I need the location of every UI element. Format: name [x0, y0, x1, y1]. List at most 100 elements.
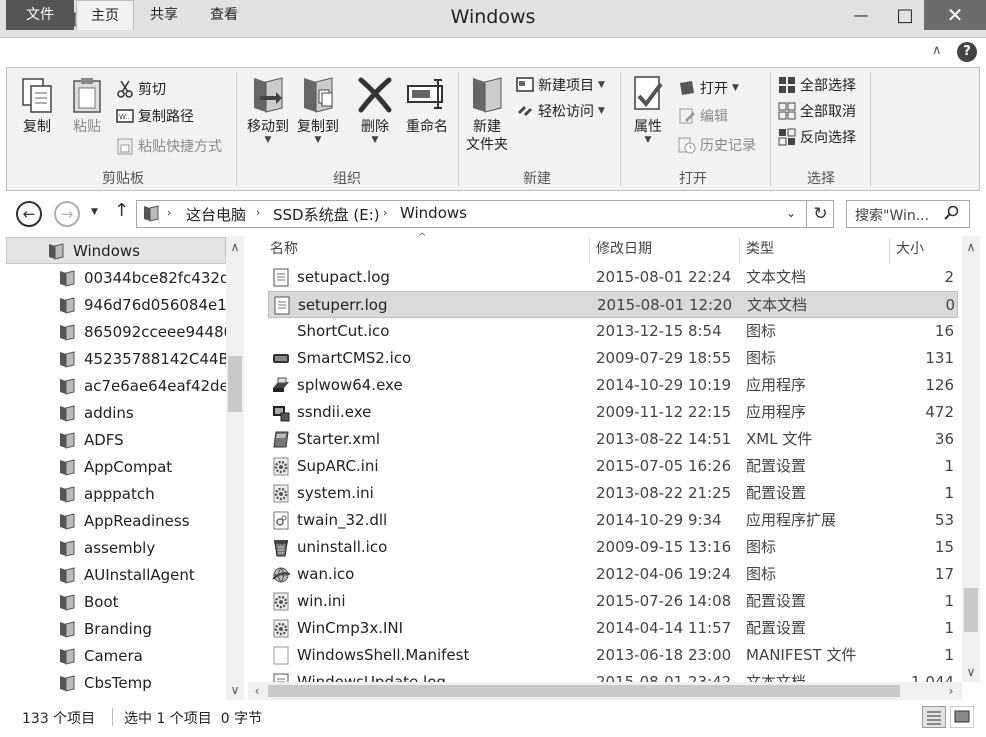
breadcrumb-separator[interactable]: ›: [256, 206, 260, 219]
column-divider[interactable]: [739, 238, 740, 264]
breadcrumb-separator[interactable]: ›: [383, 206, 387, 219]
scroll-right-icon[interactable]: ›: [944, 684, 958, 698]
refresh-button[interactable]: ↻: [806, 200, 834, 228]
minimize-button[interactable]: —: [838, 0, 884, 30]
tree-item[interactable]: AppCompat: [6, 453, 226, 480]
tree-item[interactable]: AUInstallAgent: [6, 561, 226, 588]
search-input[interactable]: 搜索"Win...: [855, 205, 945, 225]
file-row[interactable]: Starter.xml 2013-08-22 14:51 XML 文件 36: [268, 426, 958, 453]
file-row[interactable]: ShortCut.ico 2013-12-15 8:54 图标 16: [268, 318, 958, 345]
list-scroll-down-icon[interactable]: ∨: [962, 665, 980, 679]
paste-shortcut-button[interactable]: 粘贴快捷方式: [116, 134, 222, 158]
address-dropdown-icon[interactable]: ⌄: [786, 206, 796, 220]
column-header-name[interactable]: 名称: [270, 238, 298, 266]
tree-item[interactable]: ADFS: [6, 426, 226, 453]
select-all-button[interactable]: 全部选择: [778, 73, 856, 97]
tree-item[interactable]: 00344bce82fc432d: [6, 264, 226, 291]
properties-button[interactable]: 属性 ▼: [626, 74, 670, 145]
tree-scroll-down-icon[interactable]: ∨: [226, 683, 244, 697]
file-row[interactable]: WindowsShell.Manifest 2013-06-18 23:00 MAN…: [268, 642, 958, 669]
tree-item[interactable]: 45235788142C44BI: [6, 345, 226, 372]
tree-scrollbar[interactable]: [226, 236, 244, 700]
file-row[interactable]: WinCmp3x.INI 2014-04-14 11:57 配置设置 1: [268, 615, 958, 642]
file-name: twain_32.dll: [297, 511, 388, 529]
rename-button[interactable]: 重命名: [402, 74, 452, 136]
search-icon[interactable]: [944, 205, 960, 221]
select-all-label: 全部选择: [800, 78, 856, 94]
new-item-button[interactable]: 新建项目 ▼: [516, 73, 605, 97]
tab-view[interactable]: 查看: [196, 0, 252, 30]
horizontal-scroll-thumb[interactable]: [268, 685, 900, 697]
file-row[interactable]: twain_32.dll 2014-10-29 9:34 应用程序扩展 53: [268, 507, 958, 534]
breadcrumb-drive[interactable]: SSD系统盘 (E:): [273, 204, 380, 225]
tree-scroll-up-icon[interactable]: ∧: [226, 240, 244, 254]
copy-to-button[interactable]: 复制到 ▼: [294, 74, 342, 145]
scroll-left-icon[interactable]: ‹: [250, 684, 264, 698]
close-button[interactable]: ✕: [924, 0, 986, 30]
delete-button[interactable]: 删除 ▼: [352, 74, 398, 145]
tree-item[interactable]: Windows: [6, 237, 226, 264]
column-header-size[interactable]: 大小: [896, 238, 924, 266]
file-type: 配置设置: [746, 619, 807, 637]
tree-item[interactable]: assembly: [6, 534, 226, 561]
help-icon[interactable]: ?: [957, 42, 977, 62]
file-row[interactable]: win.ini 2015-07-26 14:08 配置设置 1: [268, 588, 958, 615]
tab-home[interactable]: 主页: [76, 0, 134, 30]
file-row[interactable]: setupact.log 2015-08-01 22:24 文本文档 2: [268, 264, 958, 291]
large-icons-view-button[interactable]: [950, 706, 974, 728]
file-row[interactable]: ssndii.exe 2009-11-12 22:15 应用程序 472: [268, 399, 958, 426]
file-icon-cell: [272, 318, 292, 345]
open-button[interactable]: 打开 ▼: [678, 76, 739, 100]
maximize-button[interactable]: □: [882, 0, 928, 30]
tree-item[interactable]: CbsTemp: [6, 669, 226, 696]
tree-item[interactable]: addins: [6, 399, 226, 426]
tree-item-label: ac7e6ae64eaf42de: [84, 376, 226, 395]
column-header-date[interactable]: 修改日期: [596, 238, 652, 266]
breadcrumb-this-pc[interactable]: 这台电脑: [186, 204, 246, 225]
select-none-button[interactable]: 全部取消: [778, 99, 856, 123]
edit-button[interactable]: 编辑: [678, 104, 728, 128]
file-name: WindowsShell.Manifest: [297, 646, 470, 664]
file-row[interactable]: system.ini 2013-08-22 21:25 配置设置 1: [268, 480, 958, 507]
details-view-button[interactable]: [922, 706, 946, 728]
file-row[interactable]: splwow64.exe 2014-10-29 10:19 应用程序 126: [268, 372, 958, 399]
easy-access-button[interactable]: 轻松访问 ▼: [516, 99, 605, 123]
list-scroll-thumb[interactable]: [964, 588, 978, 632]
new-folder-button[interactable]: 新建 文件夹: [462, 74, 512, 154]
recent-locations-caret[interactable]: ▼: [91, 207, 98, 217]
back-button[interactable]: ←: [16, 201, 42, 227]
column-header-type[interactable]: 类型: [746, 238, 774, 266]
copy-button[interactable]: 复制: [14, 76, 60, 136]
list-scroll-up-icon[interactable]: ∧: [962, 240, 980, 254]
tree-item[interactable]: Camera: [6, 642, 226, 669]
tree-item[interactable]: ac7e6ae64eaf42de: [6, 372, 226, 399]
tree-item[interactable]: Boot: [6, 588, 226, 615]
file-row[interactable]: wan.ico 2012-04-06 19:24 图标 17: [268, 561, 958, 588]
breadcrumb-separator[interactable]: ›: [167, 206, 171, 219]
up-arrow-button[interactable]: ↑: [114, 200, 129, 221]
file-row[interactable]: SmartCMS2.ico 2009-07-29 18:55 图标 131: [268, 345, 958, 372]
move-to-button[interactable]: 移动到 ▼: [244, 74, 292, 145]
history-button[interactable]: 历史记录: [678, 133, 756, 157]
paste-button[interactable]: 粘贴: [64, 76, 110, 136]
tree-item[interactable]: apppatch: [6, 480, 226, 507]
file-row[interactable]: SupARC.ini 2015-07-05 16:26 配置设置 1: [268, 453, 958, 480]
tab-file[interactable]: 文件: [6, 0, 74, 30]
tab-share[interactable]: 共享: [138, 0, 190, 30]
column-divider[interactable]: [889, 238, 890, 264]
invert-selection-button[interactable]: 反向选择: [778, 125, 856, 149]
copy-path-button[interactable]: W.. 复制路径: [116, 104, 194, 128]
column-divider[interactable]: [589, 238, 590, 264]
forward-button[interactable]: →: [54, 201, 80, 227]
tree-item[interactable]: AppReadiness: [6, 507, 226, 534]
file-row[interactable]: uninstall.ico 2009-09-15 13:16 图标 15: [268, 534, 958, 561]
file-row[interactable]: setuperr.log 2015-08-01 12:20 文本文档 0: [268, 291, 958, 318]
file-type: 图标: [746, 322, 777, 340]
breadcrumb-windows[interactable]: Windows: [400, 204, 467, 222]
tree-item[interactable]: 865092cceee94480: [6, 318, 226, 345]
tree-item[interactable]: 946d76d056084e1(: [6, 291, 226, 318]
cut-button[interactable]: 剪切: [116, 77, 166, 101]
tree-scroll-thumb[interactable]: [228, 356, 242, 412]
tree-item[interactable]: Branding: [6, 615, 226, 642]
ribbon-collapse-icon[interactable]: ∧: [932, 43, 942, 58]
